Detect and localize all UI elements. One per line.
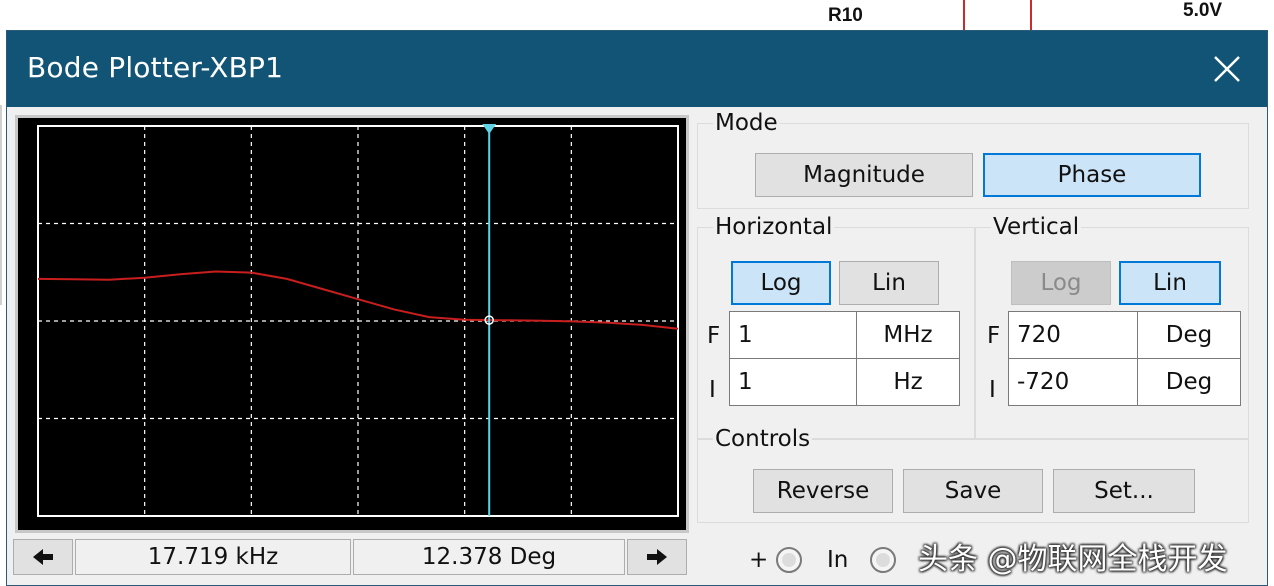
vertical-label: Vertical <box>991 214 1082 240</box>
vertical-initial-letter: I <box>989 377 996 403</box>
cursor-value-readout: 12.378 Deg <box>353 539 625 575</box>
component-label-r10: R10 <box>828 5 863 26</box>
phase-button[interactable]: Phase <box>983 153 1201 197</box>
arrow-right-icon <box>647 549 667 565</box>
vertical-final-input[interactable]: 720 <box>1008 311 1138 359</box>
title-bar[interactable]: Bode Plotter-XBP1 <box>7 31 1267 107</box>
save-button[interactable]: Save <box>903 469 1043 513</box>
vertical-final-letter: F <box>987 323 1001 349</box>
horizontal-initial-input[interactable]: 1 <box>729 358 857 406</box>
cursor-left-button[interactable] <box>13 539 73 575</box>
plot-area[interactable] <box>15 115 689 533</box>
set-button[interactable]: Set... <box>1053 469 1195 513</box>
phase-plot[interactable] <box>18 118 686 530</box>
schematic-wire <box>1030 0 1032 30</box>
horizontal-lin-button[interactable]: Lin <box>839 261 939 305</box>
schematic-wire <box>963 0 965 30</box>
horizontal-initial-unit[interactable]: Hz <box>856 358 960 406</box>
magnitude-button[interactable]: Magnitude <box>755 153 973 197</box>
terminal-in: In <box>827 547 897 573</box>
terminal-in-label: In <box>827 547 849 573</box>
bode-plotter-dialog: Bode Plotter-XBP1 17.719 kHz 12.378 Deg … <box>6 30 1268 586</box>
terminal-plus-label: + <box>749 547 769 573</box>
horizontal-log-button[interactable]: Log <box>731 261 831 305</box>
terminal-in-plus-connector[interactable] <box>776 547 803 573</box>
terminal-in-minus-connector[interactable] <box>870 547 897 573</box>
vertical-lin-button[interactable]: Lin <box>1119 261 1221 305</box>
vertical-initial-unit[interactable]: Deg <box>1137 358 1241 406</box>
reverse-button[interactable]: Reverse <box>753 469 893 513</box>
schematic-wire <box>0 105 2 305</box>
cursor-handle-icon <box>482 124 497 134</box>
cursor-right-button[interactable] <box>627 539 687 575</box>
watermark: 头条 @物联网全栈开发 <box>918 542 1228 577</box>
horizontal-label: Horizontal <box>713 214 835 240</box>
cursor-frequency-readout: 17.719 kHz <box>75 539 351 575</box>
vertical-final-unit[interactable]: Deg <box>1137 311 1241 359</box>
close-button[interactable] <box>1205 47 1249 91</box>
vertical-log-button[interactable]: Log <box>1011 261 1111 305</box>
voltage-label: 5.0V <box>1183 0 1223 21</box>
horizontal-initial-letter: I <box>709 377 716 403</box>
controls-label: Controls <box>713 426 813 452</box>
arrow-left-icon <box>33 549 53 565</box>
terminal-in-plus: + <box>749 547 803 573</box>
mode-label: Mode <box>713 110 780 136</box>
vertical-initial-input[interactable]: -720 <box>1008 358 1138 406</box>
horizontal-final-unit[interactable]: MHz <box>856 311 960 359</box>
close-icon <box>1214 56 1240 82</box>
window-title: Bode Plotter-XBP1 <box>27 51 284 84</box>
horizontal-final-letter: F <box>707 323 721 349</box>
horizontal-final-input[interactable]: 1 <box>729 311 857 359</box>
